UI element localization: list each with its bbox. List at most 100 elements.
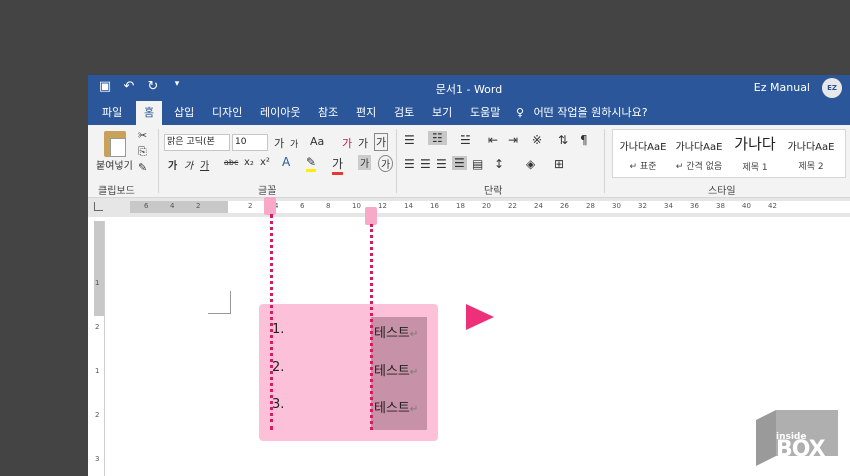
text-effects-icon[interactable]: A — [282, 155, 290, 169]
borders-icon[interactable]: ⊞ — [554, 157, 564, 171]
list-item-3[interactable]: 테스트↵ — [374, 397, 418, 416]
line-spacing-icon[interactable]: ↕ — [494, 157, 504, 171]
align-right-icon[interactable]: ☰ — [436, 157, 447, 171]
crop-mark — [208, 291, 231, 314]
format-painter-icon[interactable]: ✎ — [138, 161, 147, 174]
align-center-icon[interactable]: ☰ — [420, 157, 431, 171]
list-text: 테스트 — [374, 326, 410, 341]
distributed-icon[interactable]: ▤ — [472, 157, 483, 171]
ribbon-home: 붙여넣기 ✂ ⎘ ✎ 클립보드 맑은 고딕(본 10 가 가 Aa 가 가 가 … — [88, 125, 850, 198]
style-heading-1[interactable]: 가나다 제목 1 — [727, 130, 783, 175]
highlight-icon[interactable]: ✎ — [306, 155, 317, 172]
style-normal[interactable]: 가나다AaE ↵ 표준 — [615, 130, 671, 175]
bullets-icon[interactable]: ☰ — [404, 133, 415, 147]
word-window: ▣ ↶ ↻ ▾ 문서1 - Word Ez Manual EZ 파일 홈 삽입 … — [88, 75, 850, 476]
enclose-char-icon[interactable]: 가 — [378, 155, 394, 172]
style-name: ↵ 간격 없음 — [675, 162, 723, 172]
ruler-number: 6 — [300, 202, 305, 210]
style-name: ↵ 표준 — [629, 162, 657, 172]
tab-file[interactable]: 파일 — [94, 101, 130, 125]
subscript-button[interactable]: x₂ — [244, 157, 254, 168]
increase-indent-icon[interactable]: ⇥ — [508, 133, 518, 147]
separator — [604, 129, 605, 193]
clear-format-button[interactable]: 가 — [342, 135, 352, 151]
tab-mailings[interactable]: 편지 — [348, 101, 384, 125]
ruler-number: 2 — [196, 202, 201, 210]
list-number-1: 1. — [272, 322, 285, 337]
list-number-3: 3. — [272, 397, 285, 412]
tab-guide-line — [370, 224, 373, 430]
ruler-number: 18 — [456, 202, 465, 210]
ruler-number: 14 — [404, 202, 413, 210]
grow-font-button[interactable]: 가 — [274, 135, 284, 151]
align-left-icon[interactable]: ☰ — [404, 157, 415, 171]
style-sample: 가나다 — [734, 135, 776, 153]
tab-help[interactable]: 도움말 — [462, 101, 508, 125]
list-item-2[interactable]: 테스트↵ — [374, 360, 418, 379]
ruler-number: 38 — [716, 202, 725, 210]
paragraph-group-label: 단락 — [484, 186, 503, 197]
italic-button[interactable]: 가 — [184, 157, 193, 172]
style-name: 제목 2 — [798, 162, 824, 172]
ruler-number: 20 — [482, 202, 491, 210]
style-no-spacing[interactable]: 가나다AaE ↵ 간격 없음 — [671, 130, 727, 175]
cut-icon[interactable]: ✂ — [138, 129, 147, 142]
ruler-number: 34 — [664, 202, 673, 210]
font-name-combo[interactable]: 맑은 고딕(본 — [164, 134, 230, 151]
multilevel-list-icon[interactable]: ☱ — [460, 133, 471, 147]
ruler-number: 32 — [638, 202, 647, 210]
font-color-icon[interactable]: 가 — [332, 155, 344, 175]
styles-group-label: 스타일 — [708, 186, 736, 197]
list-number-2: 2. — [272, 360, 285, 375]
style-sample: 가나다AaE — [675, 142, 723, 153]
style-heading-2[interactable]: 가나다AaE 제목 2 — [783, 130, 839, 175]
ruler-number: 10 — [352, 202, 361, 210]
separator — [396, 129, 397, 193]
indent-guide-line — [270, 214, 273, 430]
shading-icon[interactable]: ◈ — [526, 157, 535, 171]
sort-icon[interactable]: ⇅ — [558, 133, 568, 147]
list-item-1[interactable]: 테스트↵ — [374, 322, 418, 341]
tab-home[interactable]: 홈 — [136, 101, 163, 125]
tab-references[interactable]: 참조 — [310, 101, 346, 125]
ruler-number: 42 — [768, 202, 777, 210]
tab-selector-icon[interactable] — [94, 202, 103, 211]
tab-view[interactable]: 보기 — [424, 101, 460, 125]
vruler-number: 1 — [95, 367, 100, 375]
change-case-button[interactable]: Aa — [310, 135, 324, 148]
shrink-font-button[interactable]: 가 — [290, 137, 298, 150]
paragraph-mark: ↵ — [409, 404, 419, 415]
ruler-number: 2 — [248, 202, 253, 210]
clipboard-group-label: 클립보드 — [98, 186, 135, 197]
decrease-indent-icon[interactable]: ⇤ — [488, 133, 498, 147]
tab-review[interactable]: 검토 — [386, 101, 422, 125]
phonetic-guide-button[interactable]: 가 — [358, 135, 368, 151]
tab-insert[interactable]: 삽입 — [166, 101, 202, 125]
avatar[interactable]: EZ — [822, 78, 842, 98]
justify-icon[interactable]: ☰ — [452, 156, 467, 170]
paste-button[interactable]: 붙여넣기 — [96, 157, 133, 172]
vruler-number: 3 — [95, 455, 100, 463]
asian-layout-icon[interactable]: ※ — [532, 133, 542, 147]
copy-icon[interactable]: ⎘ — [138, 145, 147, 159]
tell-me-box[interactable]: ♀ 어떤 작업을 원하시나요? — [516, 101, 648, 125]
ruler-number: 22 — [508, 202, 517, 210]
underline-button[interactable]: 가 — [200, 157, 209, 172]
horizontal-ruler[interactable]: 6 4 2 2 4 6 8 10 12 14 16 18 20 22 24 26 28 30 32 34 36 38 40 4… — [130, 201, 850, 213]
styles-gallery: 가나다AaE ↵ 표준 가나다AaE ↵ 간격 없음 가나다 제목 1 가나다A… — [612, 129, 846, 178]
bold-button[interactable]: 가 — [168, 157, 177, 172]
vruler-number: 2 — [95, 411, 100, 419]
numbering-icon[interactable]: ☷ — [428, 131, 447, 145]
enclose-char-button[interactable]: 가 — [374, 133, 389, 151]
font-size-combo[interactable]: 10 — [232, 134, 268, 151]
superscript-button[interactable]: x² — [260, 157, 270, 168]
tab-layout[interactable]: 레이아웃 — [252, 101, 308, 125]
user-name[interactable]: Ez Manual — [754, 81, 810, 94]
vertical-ruler[interactable]: 1 2 1 2 3 — [94, 221, 105, 476]
strikethrough-button[interactable]: abc — [224, 158, 238, 167]
document-page[interactable]: 1. 테스트↵ 2. 테스트↵ 3. 테스트↵ — [130, 217, 850, 476]
tab-design[interactable]: 디자인 — [204, 101, 250, 125]
show-marks-icon[interactable]: ¶ — [580, 133, 588, 147]
char-shading-icon[interactable]: 가 — [358, 155, 372, 170]
paste-icon[interactable] — [104, 131, 126, 157]
